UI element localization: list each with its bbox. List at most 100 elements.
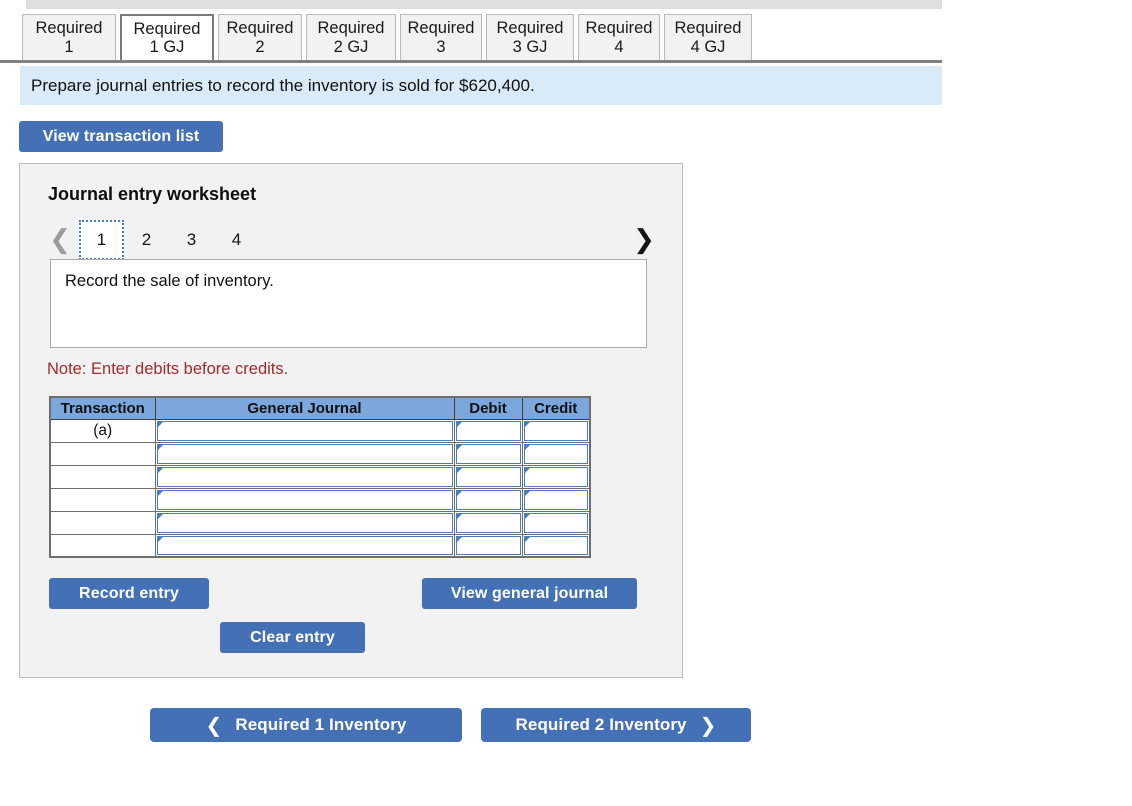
tab-required-4[interactable]: Required 4	[578, 14, 660, 60]
debit-input[interactable]	[455, 466, 521, 487]
debit-cell[interactable]	[453, 418, 523, 443]
tab-required-2[interactable]: Required 2	[218, 14, 302, 60]
credit-cell[interactable]	[521, 533, 591, 558]
cell-wrapper	[455, 420, 522, 442]
tab-label-line1: Required	[585, 19, 653, 38]
instruction-text: Prepare journal entries to record the in…	[31, 75, 535, 95]
tab-label-line1: Required	[133, 19, 201, 38]
transaction-cell[interactable]	[49, 510, 156, 535]
transaction-cell[interactable]	[49, 487, 156, 512]
credit-cell[interactable]	[521, 510, 591, 535]
tab-required-4-gj[interactable]: Required 4 GJ	[664, 14, 752, 60]
view-transaction-list-button[interactable]: View transaction list	[19, 121, 223, 152]
bottom-navigation: ❮ Required 1 Inventory Required 2 Invent…	[0, 708, 942, 742]
credit-input[interactable]	[523, 512, 588, 533]
instruction-banner: Prepare journal entries to record the in…	[20, 66, 942, 105]
general-journal-input[interactable]	[156, 443, 453, 464]
tab-label-line2: 4	[614, 37, 624, 56]
credit-input[interactable]	[523, 443, 588, 464]
general-journal-cell[interactable]	[154, 441, 455, 466]
tab-label-line1: Required	[317, 19, 385, 38]
debit-cell[interactable]	[453, 464, 523, 489]
table-row	[49, 510, 591, 535]
cell-wrapper	[455, 535, 522, 557]
worksheet-pager: ❮ 1234 ❯	[48, 220, 656, 260]
general-journal-cell[interactable]	[154, 510, 455, 535]
debits-before-credits-note: Note: Enter debits before credits.	[47, 360, 289, 378]
debit-input[interactable]	[455, 420, 521, 441]
cell-wrapper	[455, 512, 522, 534]
table-row	[49, 441, 591, 466]
general-journal-input[interactable]	[156, 489, 453, 510]
pager-page-2[interactable]: 2	[124, 220, 169, 260]
debit-input[interactable]	[455, 489, 521, 510]
credit-input[interactable]	[523, 535, 588, 555]
general-journal-input[interactable]	[156, 420, 453, 441]
nav-prev-required-1-inventory-button[interactable]: ❮ Required 1 Inventory	[150, 708, 462, 742]
chevron-left-icon[interactable]: ❮	[48, 220, 72, 260]
debit-cell[interactable]	[453, 487, 523, 512]
credit-cell[interactable]	[521, 464, 591, 489]
cell-wrapper	[156, 466, 454, 488]
general-journal-input[interactable]	[156, 535, 453, 555]
column-header-debit: Debit	[453, 396, 523, 420]
transaction-cell[interactable]	[49, 533, 156, 558]
credit-input[interactable]	[523, 466, 588, 487]
entry-description-box: Record the sale of inventory.	[50, 259, 647, 348]
tab-label-line2: 1	[64, 37, 74, 56]
debit-cell[interactable]	[453, 510, 523, 535]
credit-input[interactable]	[523, 420, 588, 441]
tab-required-3-gj[interactable]: Required 3 GJ	[486, 14, 574, 60]
credit-cell[interactable]	[521, 418, 591, 443]
credit-cell[interactable]	[521, 487, 591, 512]
tab-required-2-gj[interactable]: Required 2 GJ	[306, 14, 396, 60]
general-journal-cell[interactable]	[154, 464, 455, 489]
record-entry-button[interactable]: Record entry	[49, 578, 209, 609]
debit-cell[interactable]	[453, 441, 523, 466]
transaction-cell[interactable]	[49, 441, 156, 466]
cell-wrapper	[156, 420, 454, 442]
cell-wrapper	[523, 535, 590, 557]
pager-page-1[interactable]: 1	[79, 220, 124, 260]
transaction-cell[interactable]	[49, 464, 156, 489]
tab-label-line2: 3	[436, 37, 446, 56]
tab-required-1-gj[interactable]: Required 1 GJ	[120, 14, 214, 60]
content-area: Required 1 Required 1 GJ Required 2 Required 2 …	[0, 0, 942, 806]
tab-required-1[interactable]: Required 1	[22, 14, 116, 60]
table-row	[49, 533, 591, 558]
table-row: (a)	[49, 418, 591, 443]
cell-wrapper	[523, 466, 590, 488]
tab-required-3[interactable]: Required 3	[400, 14, 482, 60]
credit-cell[interactable]	[521, 441, 591, 466]
debit-input[interactable]	[455, 535, 521, 555]
tab-label-line1: Required	[674, 19, 742, 38]
general-journal-cell[interactable]	[154, 533, 455, 558]
cell-wrapper	[523, 420, 590, 442]
debit-input[interactable]	[455, 443, 521, 464]
general-journal-input[interactable]	[156, 466, 453, 487]
nav-prev-label: Required 1 Inventory	[235, 715, 407, 734]
tab-label-line2: 3 GJ	[512, 37, 548, 56]
debit-input[interactable]	[455, 512, 521, 533]
transaction-cell[interactable]: (a)	[49, 418, 156, 443]
cell-wrapper	[156, 489, 454, 511]
panel-title: Journal entry worksheet	[48, 184, 257, 204]
pager-page-4[interactable]: 4	[214, 220, 259, 260]
debit-cell[interactable]	[453, 533, 523, 558]
pager-page-3[interactable]: 3	[169, 220, 214, 260]
tab-label-line2: 2 GJ	[333, 37, 369, 56]
general-journal-input[interactable]	[156, 512, 453, 533]
general-journal-cell[interactable]	[154, 487, 455, 512]
tab-label-line2: 2	[255, 37, 265, 56]
cell-wrapper	[523, 489, 590, 511]
cell-wrapper	[455, 489, 522, 511]
cell-wrapper	[455, 466, 522, 488]
nav-next-required-2-inventory-button[interactable]: Required 2 Inventory ❯	[481, 708, 751, 742]
clear-entry-button[interactable]: Clear entry	[220, 622, 365, 653]
required-tab-bar: Required 1 Required 1 GJ Required 2 Required 2 …	[0, 14, 942, 63]
general-journal-cell[interactable]	[154, 418, 455, 443]
view-general-journal-button[interactable]: View general journal	[422, 578, 637, 609]
credit-input[interactable]	[523, 489, 588, 510]
chevron-right-icon[interactable]: ❯	[632, 220, 656, 260]
cell-wrapper	[455, 443, 522, 465]
